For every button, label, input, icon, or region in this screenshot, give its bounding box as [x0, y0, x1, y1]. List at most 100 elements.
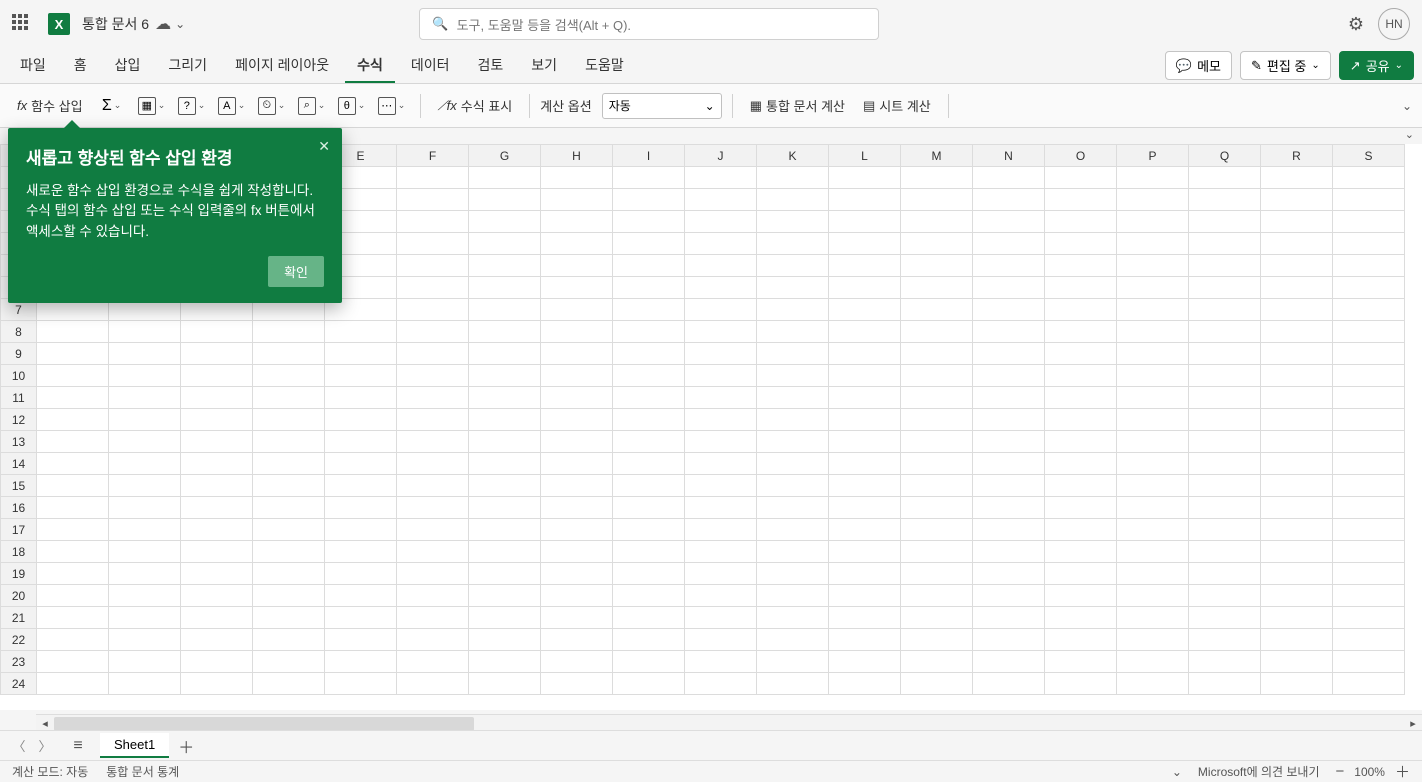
cell-Q18[interactable]	[1189, 541, 1261, 563]
cell-G4[interactable]	[469, 233, 541, 255]
cell-G22[interactable]	[469, 629, 541, 651]
cell-K19[interactable]	[757, 563, 829, 585]
row-header-14[interactable]: 14	[1, 453, 37, 475]
cell-J20[interactable]	[685, 585, 757, 607]
cell-P10[interactable]	[1117, 365, 1189, 387]
cell-H2[interactable]	[541, 189, 613, 211]
cell-A11[interactable]	[37, 387, 109, 409]
cell-H8[interactable]	[541, 321, 613, 343]
feedback-link[interactable]: Microsoft에 의견 보내기	[1198, 763, 1320, 780]
cell-M8[interactable]	[901, 321, 973, 343]
cell-J4[interactable]	[685, 233, 757, 255]
cell-G21[interactable]	[469, 607, 541, 629]
cell-R18[interactable]	[1261, 541, 1333, 563]
cell-I8[interactable]	[613, 321, 685, 343]
cell-Q24[interactable]	[1189, 673, 1261, 695]
cell-R15[interactable]	[1261, 475, 1333, 497]
callout-close-icon[interactable]: ✕	[318, 138, 330, 155]
cell-N1[interactable]	[973, 167, 1045, 189]
cell-E13[interactable]	[325, 431, 397, 453]
cell-K17[interactable]	[757, 519, 829, 541]
cell-P9[interactable]	[1117, 343, 1189, 365]
cell-F5[interactable]	[397, 255, 469, 277]
cell-G6[interactable]	[469, 277, 541, 299]
cell-G11[interactable]	[469, 387, 541, 409]
cell-G10[interactable]	[469, 365, 541, 387]
menu-tab-보기[interactable]: 보기	[519, 49, 569, 83]
cell-H15[interactable]	[541, 475, 613, 497]
sheet-nav-next-icon[interactable]: 〉	[34, 735, 56, 757]
cell-E17[interactable]	[325, 519, 397, 541]
cell-J5[interactable]	[685, 255, 757, 277]
cell-I23[interactable]	[613, 651, 685, 673]
cell-F22[interactable]	[397, 629, 469, 651]
cell-Q9[interactable]	[1189, 343, 1261, 365]
cell-O7[interactable]	[1045, 299, 1117, 321]
cell-P18[interactable]	[1117, 541, 1189, 563]
cell-N13[interactable]	[973, 431, 1045, 453]
cell-J6[interactable]	[685, 277, 757, 299]
cell-M14[interactable]	[901, 453, 973, 475]
cell-A10[interactable]	[37, 365, 109, 387]
cell-Q13[interactable]	[1189, 431, 1261, 453]
cell-G15[interactable]	[469, 475, 541, 497]
cell-O20[interactable]	[1045, 585, 1117, 607]
cell-P3[interactable]	[1117, 211, 1189, 233]
cell-E11[interactable]	[325, 387, 397, 409]
row-header-18[interactable]: 18	[1, 541, 37, 563]
cell-I14[interactable]	[613, 453, 685, 475]
cell-M20[interactable]	[901, 585, 973, 607]
cell-I13[interactable]	[613, 431, 685, 453]
column-header-M[interactable]: M	[901, 145, 973, 167]
cell-Q20[interactable]	[1189, 585, 1261, 607]
cell-S19[interactable]	[1333, 563, 1405, 585]
cell-Q3[interactable]	[1189, 211, 1261, 233]
cell-R12[interactable]	[1261, 409, 1333, 431]
cell-S12[interactable]	[1333, 409, 1405, 431]
calc-options-select[interactable]: 자동 ⌄	[602, 93, 722, 119]
row-header-10[interactable]: 10	[1, 365, 37, 387]
cell-O6[interactable]	[1045, 277, 1117, 299]
cell-H4[interactable]	[541, 233, 613, 255]
cell-E8[interactable]	[325, 321, 397, 343]
cell-I12[interactable]	[613, 409, 685, 431]
cell-N19[interactable]	[973, 563, 1045, 585]
cell-O18[interactable]	[1045, 541, 1117, 563]
cell-S5[interactable]	[1333, 255, 1405, 277]
cell-L3[interactable]	[829, 211, 901, 233]
row-header-21[interactable]: 21	[1, 607, 37, 629]
menu-tab-수식[interactable]: 수식	[345, 49, 395, 83]
cell-E14[interactable]	[325, 453, 397, 475]
cell-A21[interactable]	[37, 607, 109, 629]
cell-Q11[interactable]	[1189, 387, 1261, 409]
cell-F24[interactable]	[397, 673, 469, 695]
cell-G16[interactable]	[469, 497, 541, 519]
cell-J22[interactable]	[685, 629, 757, 651]
date-functions-button[interactable]: ⏲⌄	[254, 92, 290, 120]
cell-S22[interactable]	[1333, 629, 1405, 651]
cell-C17[interactable]	[181, 519, 253, 541]
cell-S9[interactable]	[1333, 343, 1405, 365]
cell-N9[interactable]	[973, 343, 1045, 365]
cell-G24[interactable]	[469, 673, 541, 695]
cell-L10[interactable]	[829, 365, 901, 387]
cell-C19[interactable]	[181, 563, 253, 585]
zoom-out-icon[interactable]: −	[1336, 763, 1345, 780]
cell-D19[interactable]	[253, 563, 325, 585]
cell-R8[interactable]	[1261, 321, 1333, 343]
cell-S23[interactable]	[1333, 651, 1405, 673]
column-header-O[interactable]: O	[1045, 145, 1117, 167]
cell-O12[interactable]	[1045, 409, 1117, 431]
cell-P20[interactable]	[1117, 585, 1189, 607]
cell-F4[interactable]	[397, 233, 469, 255]
cell-K24[interactable]	[757, 673, 829, 695]
row-header-23[interactable]: 23	[1, 651, 37, 673]
cell-C20[interactable]	[181, 585, 253, 607]
cell-K2[interactable]	[757, 189, 829, 211]
cell-E9[interactable]	[325, 343, 397, 365]
row-header-9[interactable]: 9	[1, 343, 37, 365]
cell-P12[interactable]	[1117, 409, 1189, 431]
cell-O19[interactable]	[1045, 563, 1117, 585]
cell-I11[interactable]	[613, 387, 685, 409]
cell-D12[interactable]	[253, 409, 325, 431]
